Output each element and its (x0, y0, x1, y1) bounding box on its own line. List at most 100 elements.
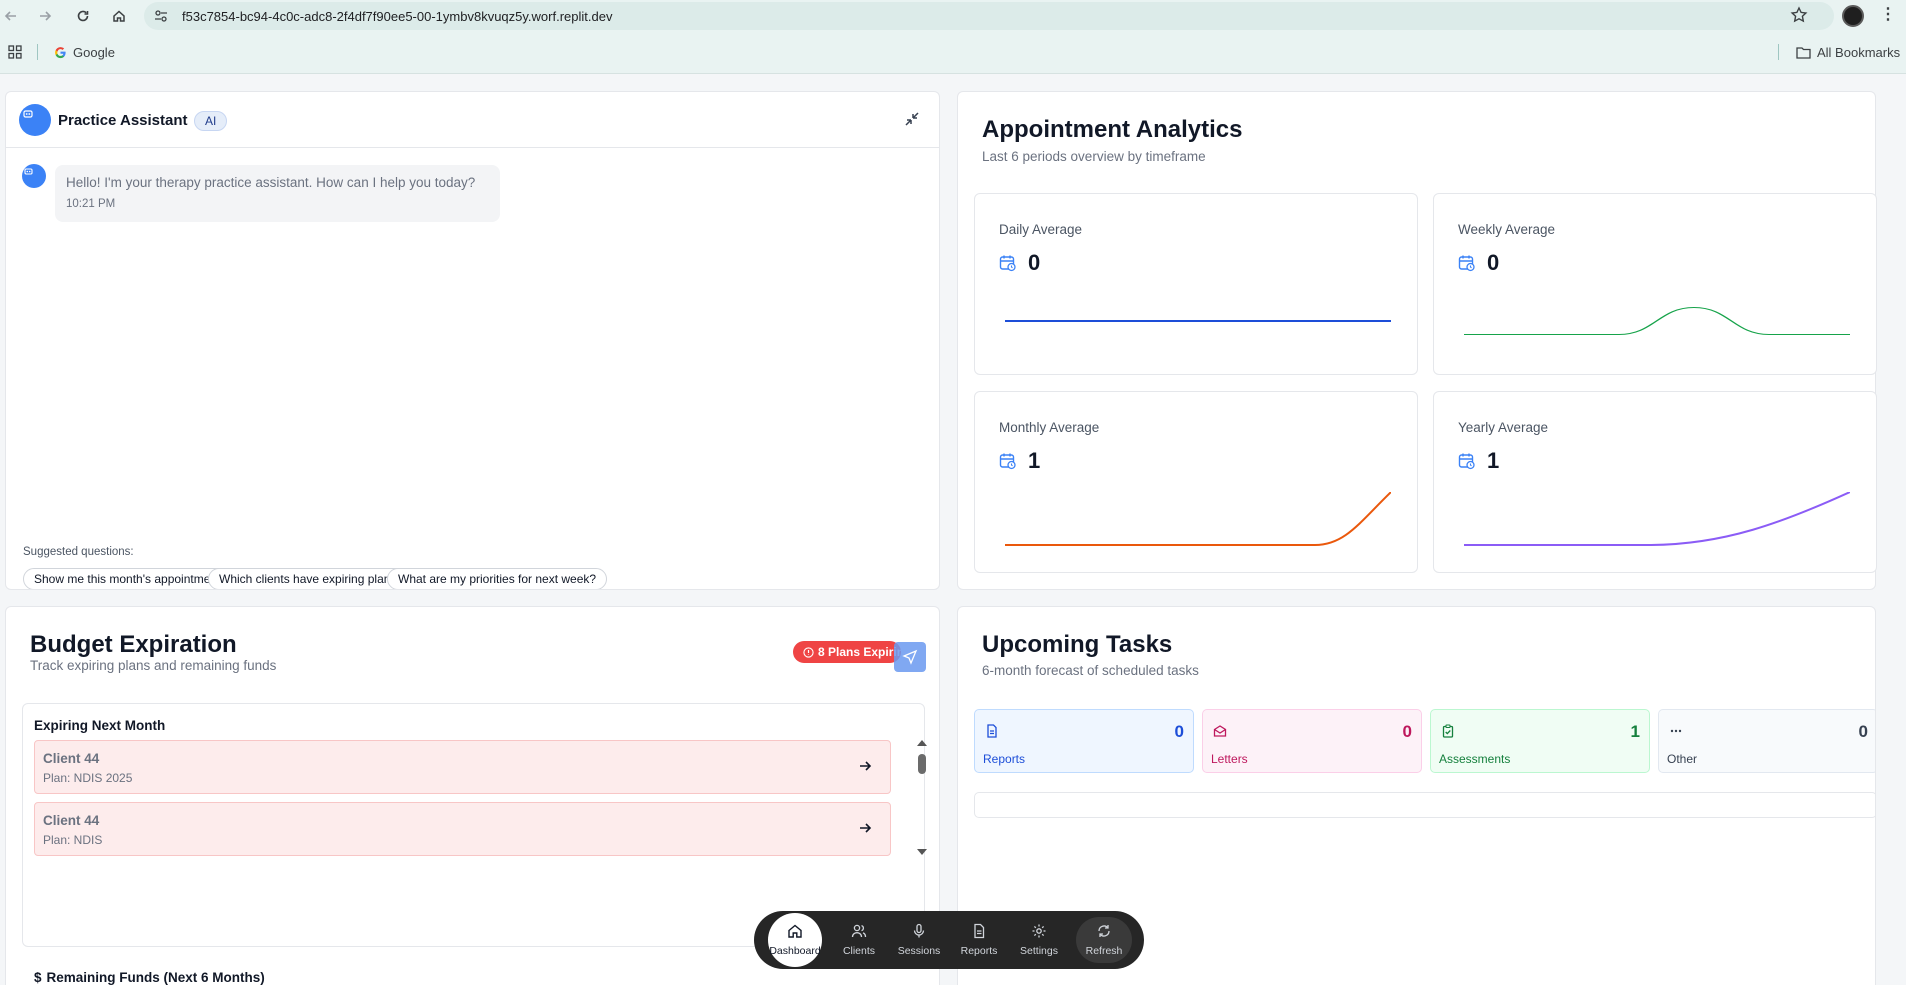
practice-assistant-panel: Practice Assistant AI Hello! I'm your th… (5, 91, 940, 590)
mail-icon (1213, 724, 1227, 738)
assistant-title: Practice Assistant (58, 112, 188, 129)
tasks-title: Upcoming Tasks (982, 631, 1173, 658)
ai-badge: AI (194, 111, 228, 131)
home-icon[interactable] (108, 6, 130, 26)
bookmarks-divider (37, 44, 38, 60)
yearly-sparkline (1464, 492, 1850, 546)
nav-settings[interactable]: Settings (1011, 917, 1067, 963)
arrow-right-icon[interactable] (858, 759, 872, 773)
all-bookmarks-label: All Bookmarks (1817, 45, 1901, 60)
refresh-icon (1096, 923, 1112, 939)
remaining-funds-heading: $ Remaining Funds (Next 6 Months) (34, 970, 265, 985)
file-text-icon (971, 923, 987, 939)
bookmark-google-label: Google (73, 45, 115, 60)
scroll-up-arrow[interactable] (916, 738, 928, 748)
budget-subtitle: Track expiring plans and remaining funds (30, 658, 277, 673)
address-bar[interactable]: f53c7854-bc94-4c0c-adc8-2f4df7f90ee5-00-… (144, 2, 1834, 30)
plans-expiring-label: 8 Plans Expiring (818, 645, 901, 659)
task-card-reports[interactable]: 0 Reports (974, 709, 1194, 773)
nav-reports[interactable]: Reports (951, 917, 1007, 963)
expiring-client-row[interactable]: Client 44 Plan: NDIS 2025 (34, 740, 891, 794)
minimize-icon[interactable] (903, 110, 921, 128)
send-icon (902, 649, 918, 665)
stat-value: 0 (1028, 250, 1041, 275)
profile-avatar[interactable] (1842, 5, 1864, 27)
clipboard-check-icon (1441, 724, 1455, 738)
task-card-letters[interactable]: 0 Letters (1202, 709, 1422, 773)
reload-icon[interactable] (72, 6, 94, 26)
client-plan: Plan: NDIS 2025 (43, 771, 133, 785)
scrollbar-thumb[interactable] (918, 754, 926, 774)
stat-label: Monthly Average (999, 420, 1100, 435)
browser-menu-icon[interactable]: ⋮ (1880, 6, 1896, 24)
forward-icon[interactable] (34, 6, 56, 26)
nav-dashboard[interactable]: Dashboard (768, 913, 822, 967)
task-count: 0 (1858, 722, 1868, 741)
nav-clients[interactable]: Clients (831, 917, 887, 963)
task-label: Letters (1211, 752, 1248, 766)
nav-label: Dashboard (769, 945, 821, 957)
stat-card-weekly: Weekly Average 0 (1433, 193, 1877, 375)
weekly-sparkline (1464, 306, 1850, 335)
browser-chrome: f53c7854-bc94-4c0c-adc8-2f4df7f90ee5-00-… (0, 0, 1906, 74)
stat-card-monthly: Monthly Average 1 (974, 391, 1418, 573)
task-card-assessments[interactable]: 1 Assessments (1430, 709, 1650, 773)
suggestion-chip[interactable]: Which clients have expiring plans? (208, 568, 415, 589)
apps-grid-icon[interactable] (8, 45, 22, 59)
calendar-clock-icon (999, 254, 1017, 272)
nav-label: Refresh (1085, 945, 1123, 957)
remaining-funds-title: Remaining Funds (Next 6 Months) (46, 970, 265, 985)
microphone-icon (911, 923, 927, 939)
nav-sessions[interactable]: Sessions (891, 917, 947, 963)
assistant-header: Practice Assistant AI (6, 92, 939, 148)
gear-icon (1031, 923, 1047, 939)
task-count: 0 (1174, 722, 1184, 741)
alert-circle-icon (803, 646, 814, 658)
browser-toolbar: f53c7854-bc94-4c0c-adc8-2f4df7f90ee5-00-… (0, 0, 1906, 32)
calendar-clock-icon (999, 452, 1017, 470)
more-horizontal-icon (1669, 724, 1683, 738)
document-icon (985, 724, 999, 738)
suggested-questions-label: Suggested questions: (23, 546, 134, 558)
tasks-subtitle: 6-month forecast of scheduled tasks (982, 663, 1199, 678)
daily-sparkline (1005, 320, 1391, 322)
nav-refresh[interactable]: Refresh (1076, 917, 1132, 963)
task-card-other[interactable]: 0 Other (1658, 709, 1875, 773)
stat-label: Daily Average (999, 222, 1083, 237)
suggestion-chip[interactable]: Show me this month's appointments (23, 568, 238, 589)
stat-label: Weekly Average (1458, 222, 1556, 237)
assistant-message-time: 10:21 PM (66, 198, 116, 210)
nav-label: Reports (960, 945, 998, 957)
suggestion-chip[interactable]: What are my priorities for next week? (387, 568, 608, 589)
send-button[interactable] (894, 642, 926, 672)
nav-label: Sessions (897, 945, 941, 957)
bookmark-google[interactable]: Google (54, 45, 115, 60)
assistant-message-bubble: Hello! I'm your therapy practice assista… (55, 165, 500, 222)
nav-label: Clients (842, 945, 876, 957)
bookmark-star-icon[interactable] (1790, 6, 1808, 24)
analytics-title: Appointment Analytics (982, 116, 1243, 143)
stat-label: Yearly Average (1458, 420, 1549, 435)
expiring-client-row[interactable]: Client 44 Plan: NDIS (34, 802, 891, 856)
scroll-down-arrow[interactable] (916, 847, 928, 857)
client-name: Client 44 (43, 813, 100, 828)
message-bot-avatar (22, 164, 46, 188)
google-logo-icon (54, 46, 67, 59)
back-icon[interactable] (0, 6, 22, 26)
stat-value: 1 (1028, 448, 1041, 473)
task-count: 0 (1402, 722, 1412, 741)
bookmarks-divider-right (1778, 44, 1779, 60)
all-bookmarks[interactable]: All Bookmarks (1796, 45, 1900, 60)
folder-icon (1796, 46, 1811, 59)
tasks-timeline-strip (974, 792, 1875, 818)
stat-card-yearly: Yearly Average 1 (1433, 391, 1877, 573)
plans-expiring-badge[interactable]: 8 Plans Expiring (793, 641, 901, 663)
arrow-right-icon[interactable] (858, 821, 872, 835)
bot-avatar (19, 104, 51, 136)
bookmarks-bar: Google All Bookmarks (0, 36, 1906, 68)
stat-value: 0 (1487, 250, 1500, 275)
bottom-navigation: Dashboard Clients Sessions Reports Setti… (754, 911, 1144, 969)
users-icon (851, 923, 867, 939)
url-text[interactable]: f53c7854-bc94-4c0c-adc8-2f4df7f90ee5-00-… (182, 9, 612, 24)
site-settings-icon[interactable] (154, 9, 168, 23)
